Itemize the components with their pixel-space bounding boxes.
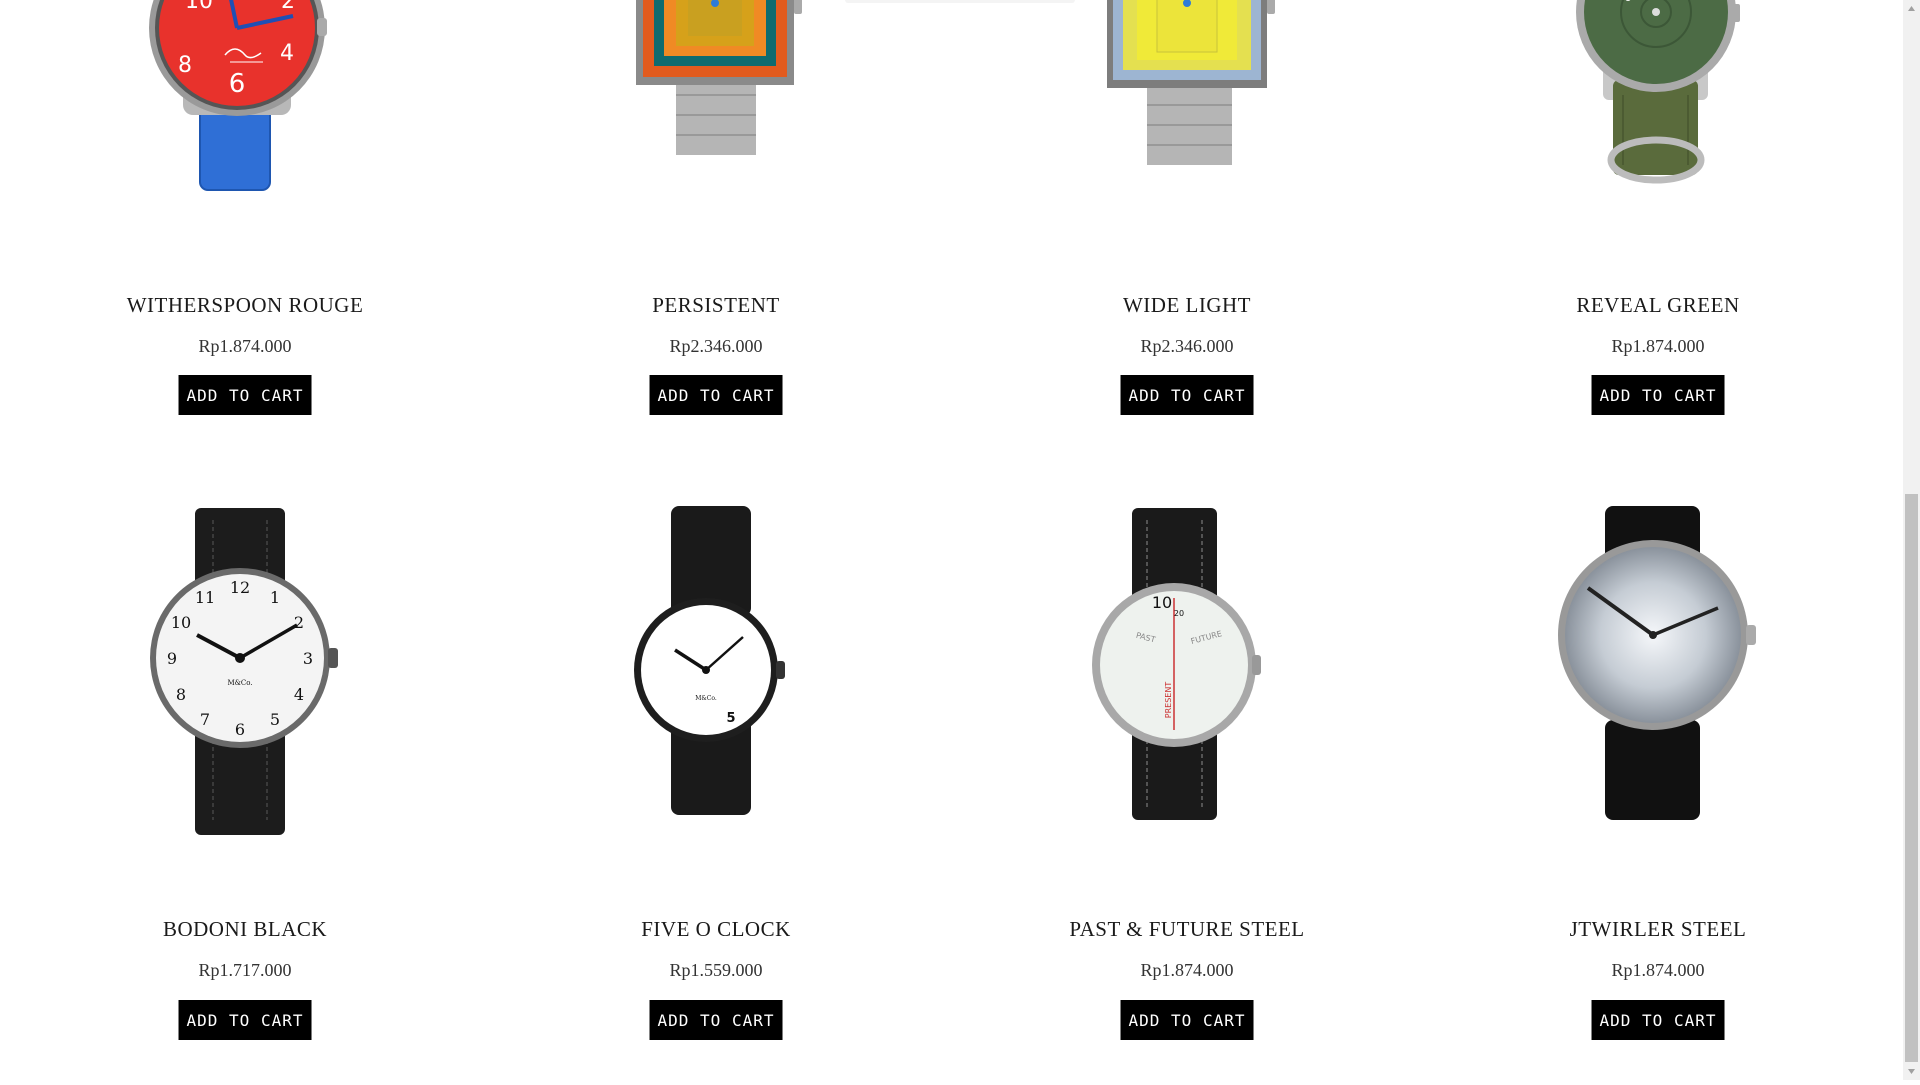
product-image-wide-light[interactable]: [1007, 0, 1367, 200]
svg-text:11: 11: [195, 588, 215, 607]
product-card-witherspoon-rouge: 6 8 4 10 2 WITHERSPOON ROUGE Rp1.874.000…: [65, 0, 425, 420]
svg-text:3: 3: [303, 649, 313, 668]
add-to-cart-button[interactable]: ADD TO CART: [1120, 375, 1254, 415]
product-card-reveal-green: REVEAL GREEN Rp1.874.000 ADD TO CART: [1478, 0, 1838, 420]
product-price: Rp2.346.000: [669, 336, 763, 356]
product-card-past-future-steel: 10 20 PAST FUTURE PRESENT PAST & FUTURE …: [1007, 490, 1367, 1050]
product-price: Rp2.346.000: [1140, 336, 1234, 356]
product-image-bodoni-black[interactable]: 12 1 2 3 45 6 78 9 10 11 M&Co.: [65, 490, 425, 850]
scroll-down-arrow-icon[interactable]: [1903, 1063, 1920, 1080]
add-to-cart-button[interactable]: ADD TO CART: [649, 375, 783, 415]
product-image-past-future-steel[interactable]: 10 20 PAST FUTURE PRESENT: [1007, 490, 1367, 850]
svg-text:9: 9: [167, 649, 177, 668]
dial-numeral-5: 5: [726, 711, 735, 726]
scroll-up-arrow-icon[interactable]: [1903, 0, 1920, 17]
product-price: Rp1.874.000: [1140, 960, 1234, 980]
svg-text:4: 4: [294, 685, 304, 704]
product-name[interactable]: WITHERSPOON ROUGE: [65, 293, 425, 318]
product-name[interactable]: FIVE O CLOCK: [536, 917, 896, 942]
svg-text:6: 6: [235, 720, 245, 739]
svg-text:10: 10: [171, 613, 191, 632]
product-name[interactable]: PERSISTENT: [536, 293, 896, 318]
product-grid-page: 6 8 4 10 2 WITHERSPOON ROUGE Rp1.874.000…: [0, 0, 1903, 1080]
product-image-five-o-clock[interactable]: M&Co. 5: [536, 490, 896, 850]
dial-numeral-4: 4: [280, 41, 294, 66]
add-to-cart-button[interactable]: ADD TO CART: [178, 1000, 312, 1040]
product-price: Rp1.874.000: [1611, 336, 1705, 356]
add-to-cart-button[interactable]: ADD TO CART: [1120, 1000, 1254, 1040]
product-name[interactable]: JTWIRLER STEEL: [1478, 917, 1838, 942]
dial-numeral-2: 2: [281, 0, 295, 14]
dial-brand-text: M&Co.: [695, 695, 717, 702]
product-price: Rp1.559.000: [669, 960, 763, 980]
add-to-cart-button[interactable]: ADD TO CART: [649, 1000, 783, 1040]
product-image-reveal-green[interactable]: [1478, 0, 1838, 200]
dial-numeral-8: 8: [178, 53, 192, 78]
product-card-persistent: PERSISTENT Rp2.346.000 ADD TO CART: [536, 0, 896, 420]
add-to-cart-button[interactable]: ADD TO CART: [1591, 1000, 1725, 1040]
svg-text:1: 1: [270, 588, 280, 607]
product-card-bodoni-black: 12 1 2 3 45 6 78 9 10 11 M&Co. BODONI BLACK Rp…: [65, 490, 425, 1050]
product-image-persistent[interactable]: [536, 0, 896, 200]
dial-numeral-10: 10: [185, 0, 213, 14]
dial-hour-window: 10: [1152, 593, 1172, 612]
product-image-jtwirler-steel[interactable]: [1478, 490, 1838, 850]
add-to-cart-button[interactable]: ADD TO CART: [178, 375, 312, 415]
product-price: Rp1.717.000: [198, 960, 292, 980]
add-to-cart-button[interactable]: ADD TO CART: [1591, 375, 1725, 415]
product-image-witherspoon-rouge[interactable]: 6 8 4 10 2: [65, 0, 425, 200]
product-name[interactable]: REVEAL GREEN: [1478, 293, 1838, 318]
product-card-five-o-clock: M&Co. 5 FIVE O CLOCK Rp1.559.000 ADD TO …: [536, 490, 896, 1050]
scrollbar-thumb[interactable]: [1905, 494, 1918, 1062]
product-card-jtwirler-steel: JTWIRLER STEEL Rp1.874.000 ADD TO CART: [1478, 490, 1838, 1050]
svg-text:12: 12: [230, 578, 250, 597]
product-name[interactable]: PAST & FUTURE STEEL: [1007, 917, 1367, 942]
product-name[interactable]: BODONI BLACK: [65, 917, 425, 942]
dial-numeral-6: 6: [229, 69, 246, 99]
svg-text:5: 5: [270, 710, 280, 729]
product-price: Rp1.874.000: [198, 336, 292, 356]
dial-brand-text: M&Co.: [227, 679, 252, 687]
product-price: Rp1.874.000: [1611, 960, 1705, 980]
vertical-scrollbar[interactable]: [1903, 0, 1920, 1080]
svg-text:8: 8: [176, 685, 186, 704]
dial-minute-window: 20: [1174, 609, 1184, 618]
svg-text:2: 2: [294, 613, 304, 632]
product-name[interactable]: WIDE LIGHT: [1007, 293, 1367, 318]
dial-present-label: PRESENT: [1164, 682, 1173, 719]
product-card-wide-light: WIDE LIGHT Rp2.346.000 ADD TO CART: [1007, 0, 1367, 420]
svg-text:7: 7: [200, 710, 210, 729]
